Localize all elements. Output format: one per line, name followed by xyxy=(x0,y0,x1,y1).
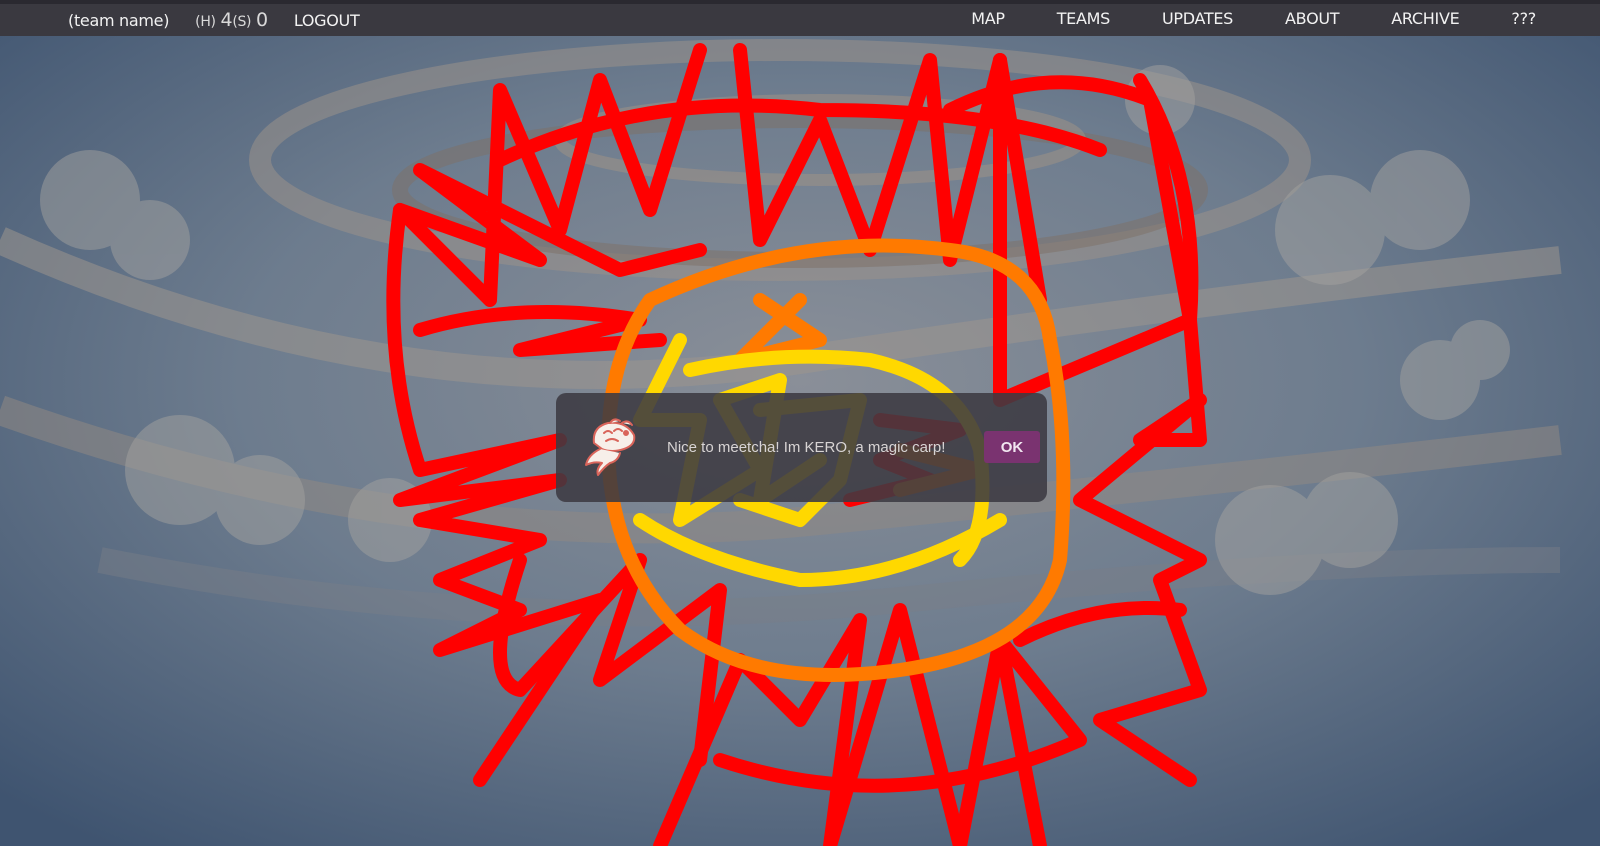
logout-link[interactable]: LOGOUT xyxy=(294,11,360,30)
kero-dialog: Nice to meetcha! Im KERO, a magic carp! … xyxy=(556,393,1047,502)
navbar-links: MAP TEAMS UPDATES ABOUT ARCHIVE ??? xyxy=(919,9,1536,28)
score-s-value: 0 xyxy=(256,9,268,31)
nav-link-about[interactable]: ABOUT xyxy=(1285,9,1340,28)
score-h-label: (H) xyxy=(195,14,216,30)
ok-button[interactable]: OK xyxy=(984,431,1040,463)
nav-link-updates[interactable]: UPDATES xyxy=(1162,9,1233,28)
nav-link-map[interactable]: MAP xyxy=(971,9,1005,28)
team-name: (team name) xyxy=(68,10,170,30)
navbar-left: (team name) (H) 4(S) 0 LOGOUT xyxy=(68,9,360,31)
nav-link-secret[interactable]: ??? xyxy=(1511,9,1536,28)
carp-icon xyxy=(585,418,636,476)
score-h-value: 4 xyxy=(220,9,233,31)
nav-link-teams[interactable]: TEAMS xyxy=(1057,9,1111,28)
top-navbar: (team name) (H) 4(S) 0 LOGOUT MAP TEAMS … xyxy=(0,0,1600,36)
score-s-label: (S) xyxy=(232,14,252,30)
nav-link-archive[interactable]: ARCHIVE xyxy=(1391,9,1459,28)
dialog-message: Nice to meetcha! Im KERO, a magic carp! xyxy=(667,439,946,456)
score-display: (H) 4(S) 0 xyxy=(195,9,268,31)
